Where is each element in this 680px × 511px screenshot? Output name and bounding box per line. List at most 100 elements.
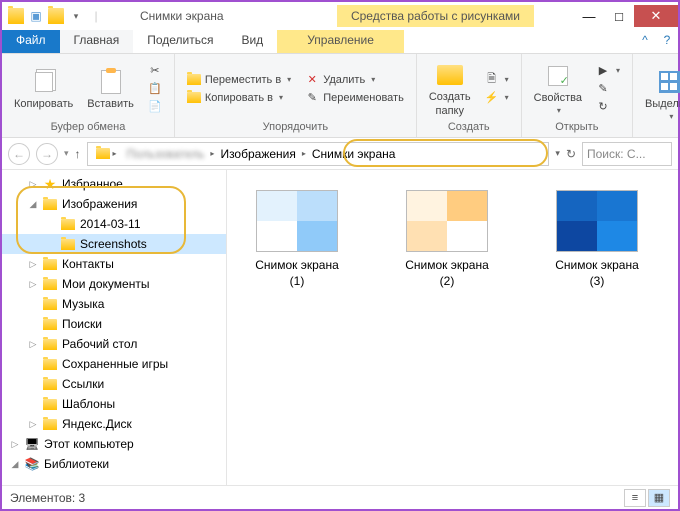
tree-item[interactable]: Сохраненные игры [2, 354, 226, 374]
tree-item[interactable]: ◢Изображения [2, 194, 226, 214]
ribbon-group-clipboard: Копировать Вставить ✂ 📋 📄 Буфер обмена [2, 54, 175, 137]
cut-button[interactable]: ✂ [144, 63, 166, 79]
thumbnail-caption: Снимок экрана(3) [555, 258, 639, 289]
close-button[interactable]: ✕ [634, 5, 678, 27]
history-icon: ↻ [596, 100, 610, 114]
tab-manage[interactable]: Управление [277, 30, 404, 53]
expand-arrow-icon[interactable]: ▷ [28, 279, 38, 290]
thumbnail-caption: Снимок экрана(1) [255, 258, 339, 289]
tree-item[interactable]: Ссылки [2, 374, 226, 394]
star-icon: ★ [42, 177, 58, 191]
tree-item[interactable]: Шаблоны [2, 394, 226, 414]
new-folder-icon[interactable] [48, 8, 64, 24]
move-to-button[interactable]: Переместить в▾ [183, 72, 295, 88]
copy-path-button[interactable]: 📋 [144, 81, 166, 97]
up-button[interactable]: ↑ [75, 147, 81, 161]
edit-button[interactable]: ✎ [592, 81, 624, 97]
back-button[interactable]: ← [8, 143, 30, 165]
expand-arrow-icon[interactable]: ▷ [28, 179, 38, 190]
breadcrumb[interactable]: ▸ Пользователь ▸ Изображения ▸ Снимки эк… [87, 142, 550, 166]
copy-to-button[interactable]: Копировать в▾ [183, 90, 295, 106]
folder-icon [60, 237, 76, 251]
breadcrumb-seg-pictures[interactable]: Изображения [216, 147, 299, 161]
file-list[interactable]: Снимок экрана(1) Снимок экрана(2) Снимок э… [227, 170, 678, 486]
open-button[interactable]: ▶▾ [592, 63, 624, 79]
details-view-button[interactable]: ≡ [624, 489, 646, 507]
maximize-button[interactable]: □ [604, 5, 634, 27]
easy-access-button[interactable]: ⚡▾ [481, 90, 513, 106]
properties-icon [544, 62, 572, 90]
easy-access-icon: ⚡ [485, 91, 499, 105]
titlebar: ▣ ▾ | Снимки экрана Средства работы с ри… [2, 2, 678, 30]
tree-item-label: Шаблоны [62, 397, 115, 411]
tree-item[interactable]: ▷ Мои документы [2, 274, 226, 294]
tree-item[interactable]: Screenshots [2, 234, 226, 254]
file-thumbnail[interactable]: Снимок экрана(1) [237, 190, 357, 289]
tree-item[interactable]: ▷★Избранное [2, 174, 226, 194]
thumbnails-view-button[interactable]: ▦ [648, 489, 670, 507]
scissors-icon: ✂ [148, 64, 162, 78]
forward-button[interactable]: → [36, 143, 58, 165]
minimize-button[interactable]: — [574, 5, 604, 27]
folder-icon [42, 377, 58, 391]
file-thumbnail[interactable]: Снимок экрана(2) [387, 190, 507, 289]
tab-view[interactable]: Вид [227, 30, 277, 53]
thumbnail-image [556, 190, 638, 252]
expand-arrow-icon[interactable]: ◢ [28, 199, 38, 210]
thumbnail-image [256, 190, 338, 252]
breadcrumb-dropdown-icon[interactable]: ▾ [555, 148, 560, 159]
tree-item[interactable]: ▷🖥Этот компьютер [2, 434, 226, 454]
properties-icon[interactable]: ▣ [28, 8, 44, 24]
tab-share[interactable]: Поделиться [133, 30, 227, 53]
breadcrumb-root-icon[interactable]: ▸ [92, 148, 121, 159]
tree-item-label: Ссылки [62, 377, 104, 391]
ribbon-tabs: Файл Главная Поделиться Вид Управление ^… [2, 30, 678, 54]
history-button[interactable]: ↻ [592, 99, 624, 115]
paste-icon [97, 68, 125, 96]
tree-item[interactable]: 2014-03-11 [2, 214, 226, 234]
expand-arrow-icon[interactable]: ▷ [10, 439, 20, 450]
rename-button[interactable]: ✎Переименовать [301, 90, 408, 106]
refresh-button[interactable]: ↻ [566, 147, 576, 161]
file-thumbnail[interactable]: Снимок экрана(3) [537, 190, 657, 289]
select-button[interactable]: Выделить ▾ [641, 66, 680, 123]
open-icon: ▶ [596, 64, 610, 78]
tree-item-label: Контакты [62, 257, 114, 271]
expand-arrow-icon[interactable]: ▷ [28, 259, 38, 270]
recent-dropdown-icon[interactable]: ▾ [64, 148, 69, 159]
collapse-ribbon-button[interactable]: ^ [634, 30, 656, 53]
copy-button[interactable]: Копировать [10, 66, 77, 112]
qat-dropdown-icon[interactable]: ▾ [68, 8, 84, 24]
delete-button[interactable]: ✕Удалить▾ [301, 72, 408, 88]
tree-item[interactable]: ▷ Рабочий стол [2, 334, 226, 354]
copy-icon [30, 68, 58, 96]
tree-item[interactable]: ▷ Контакты [2, 254, 226, 274]
tree-item-label: 2014-03-11 [80, 217, 141, 231]
status-bar: Элементов: 3 ≡ ▦ [2, 485, 678, 509]
folder-icon [42, 317, 58, 331]
new-item-button[interactable]: 🗎▾ [481, 72, 513, 88]
folder-icon [42, 337, 58, 351]
picture-tools-header: Средства работы с рисунками [337, 5, 534, 27]
expand-arrow-icon[interactable]: ▷ [28, 419, 38, 430]
tree-item[interactable]: Музыка [2, 294, 226, 314]
expand-arrow-icon[interactable]: ◢ [10, 459, 20, 470]
navigation-tree[interactable]: ▷★Избранное◢Изображения2014-03-11Screens… [2, 170, 227, 486]
tab-file[interactable]: Файл [2, 30, 60, 53]
tree-item[interactable]: ◢📚Библиотеки [2, 454, 226, 474]
help-button[interactable]: ? [656, 30, 678, 53]
tab-home[interactable]: Главная [60, 30, 134, 53]
breadcrumb-seg-screenshots[interactable]: Снимки экрана [308, 147, 400, 161]
tree-item[interactable]: ▷Яндекс.Диск [2, 414, 226, 434]
folder-icon [42, 277, 58, 291]
tree-item[interactable]: Поиски [2, 314, 226, 334]
search-input[interactable]: Поиск: С... [582, 142, 672, 166]
paste-button[interactable]: Вставить [83, 66, 138, 112]
tree-item-label: Рабочий стол [62, 337, 137, 351]
properties-button[interactable]: Свойства ▾ [530, 60, 586, 117]
paste-shortcut-button[interactable]: 📄 [144, 99, 166, 115]
new-folder-button[interactable]: Создать папку [425, 59, 475, 119]
expand-arrow-icon[interactable]: ▷ [28, 339, 38, 350]
tree-item-label: Мои документы [62, 277, 149, 291]
ribbon-group-open: Свойства ▾ ▶▾ ✎ ↻ Открыть [522, 54, 633, 137]
